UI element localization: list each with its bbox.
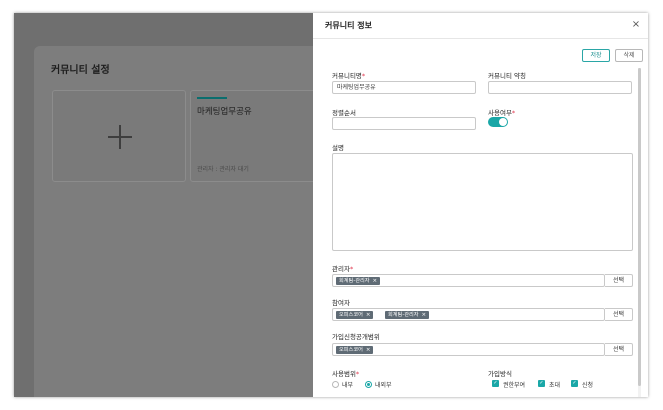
admin-label-text: 관리자 xyxy=(332,265,350,273)
usage-scope-radio-internal[interactable] xyxy=(332,381,339,388)
usage-scope-label: 사용범위* xyxy=(332,368,359,378)
desc-textarea[interactable] xyxy=(332,153,633,251)
required-mark: * xyxy=(511,109,516,117)
name-label: 커뮤니티명* xyxy=(332,70,365,80)
tag-remove-icon[interactable]: × xyxy=(373,278,378,284)
required-mark: * xyxy=(355,370,360,378)
participant-tag: 오피스코어 × xyxy=(336,311,374,319)
participants-label: 참여자 xyxy=(332,299,350,307)
community-card-manager: 관리자 : 관리자 대기 xyxy=(197,166,249,173)
admin-select-button[interactable]: 선택 xyxy=(605,274,633,287)
usage-scope-option-external: 내외부 xyxy=(375,382,392,389)
modal-title: 커뮤니티 정보 xyxy=(325,21,372,30)
name-input[interactable]: 마케팅업무공유 xyxy=(332,81,476,94)
desc-label: 설명 xyxy=(332,144,344,152)
required-mark: * xyxy=(361,72,366,80)
checkbox-checked-icon[interactable]: ✓ xyxy=(492,380,499,387)
scrollbar-thumb[interactable] xyxy=(638,68,641,386)
join-method-option-grant: 권한부여 xyxy=(503,382,526,389)
admin-label: 관리자* xyxy=(332,263,353,273)
card-accent-bar xyxy=(197,97,227,99)
plus-icon-vertical xyxy=(119,125,121,149)
checkbox-checked-icon[interactable]: ✓ xyxy=(538,380,545,387)
participants-tag-input[interactable]: 오피스코어 × 회계팀-관리자 × xyxy=(332,308,605,321)
community-info-modal: 커뮤니티 정보 × 저장 삭제 커뮤니티명* 마케팅업무공유 커뮤니티 약칭 정… xyxy=(313,13,648,397)
use-label: 사용여부* xyxy=(488,107,515,117)
use-label-text: 사용여부 xyxy=(488,109,512,117)
screenshot-frame: 커뮤니티 설정 마케팅업무공유 관리자 : 관리자 대기 커뮤니티 정보 × 저… xyxy=(0,0,663,410)
delete-button[interactable]: 삭제 xyxy=(615,49,643,62)
use-toggle[interactable] xyxy=(488,117,508,127)
usage-scope-radio-external[interactable] xyxy=(365,381,372,388)
participants-select-button[interactable]: 선택 xyxy=(605,308,633,321)
join-method-option-apply: 신청 xyxy=(582,382,594,389)
participant-tag-text: 오피스코어 xyxy=(339,312,363,318)
section-title: 커뮤니티 설정 xyxy=(51,65,110,76)
save-button[interactable]: 저장 xyxy=(582,49,610,62)
name-label-text: 커뮤니티명 xyxy=(332,72,362,80)
toggle-knob xyxy=(499,118,507,126)
app-window: 커뮤니티 설정 마케팅업무공유 관리자 : 관리자 대기 커뮤니티 정보 × 저… xyxy=(14,13,648,397)
join-method-option-invite: 초대 xyxy=(549,382,561,389)
participant-tag: 회계팀-관리자 × xyxy=(385,311,430,319)
admin-tag-text: 회계팀-관리자 xyxy=(339,278,370,284)
participant-tag-text: 회계팀-관리자 xyxy=(388,312,419,318)
admin-tag: 회계팀-관리자 × xyxy=(336,277,381,285)
join-method-label: 가입방식 xyxy=(488,370,512,378)
usage-scope-option-internal: 내부 xyxy=(342,382,354,389)
modal-header: 커뮤니티 정보 × xyxy=(313,13,648,39)
tag-remove-icon[interactable]: × xyxy=(422,312,427,318)
join-scope-tag: 오피스코어 × xyxy=(336,346,374,354)
checkbox-checked-icon[interactable]: ✓ xyxy=(571,380,578,387)
tag-remove-icon[interactable]: × xyxy=(366,312,371,318)
close-icon[interactable]: × xyxy=(631,19,641,31)
community-card-name: 마케팅업무공유 xyxy=(197,107,252,117)
community-card[interactable]: 마케팅업무공유 관리자 : 관리자 대기 xyxy=(190,90,330,182)
usage-scope-label-text: 사용범위 xyxy=(332,370,356,378)
add-community-card[interactable] xyxy=(52,90,186,182)
join-scope-tag-input[interactable]: 오피스코어 × xyxy=(332,343,605,356)
join-scope-select-button[interactable]: 선택 xyxy=(605,343,633,356)
tag-remove-icon[interactable]: × xyxy=(366,347,371,353)
required-mark: * xyxy=(349,265,354,273)
order-label: 정렬순서 xyxy=(332,109,356,117)
abbr-input[interactable] xyxy=(488,81,632,94)
order-input[interactable] xyxy=(332,117,476,130)
abbr-label: 커뮤니티 약칭 xyxy=(488,72,526,80)
join-scope-tag-text: 오피스코어 xyxy=(339,347,363,353)
admin-tag-input[interactable]: 회계팀-관리자 × xyxy=(332,274,605,287)
join-scope-label: 가입신청공개범위 xyxy=(332,333,380,341)
